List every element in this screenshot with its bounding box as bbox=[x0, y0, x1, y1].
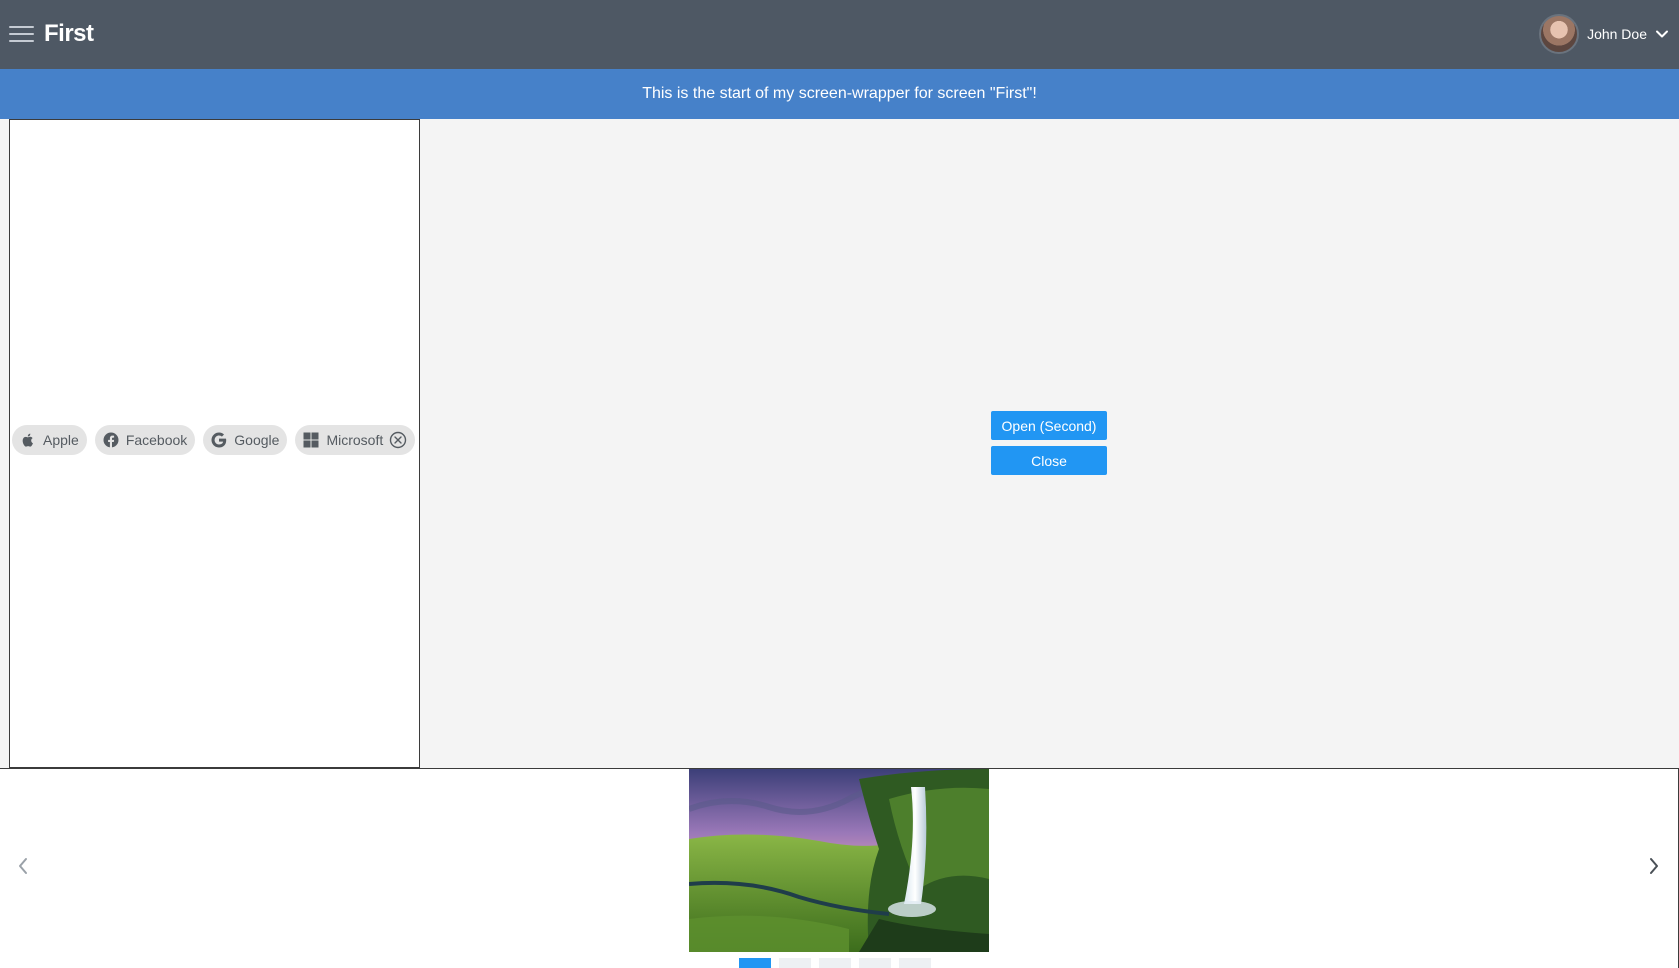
hamburger-icon[interactable] bbox=[9, 24, 34, 44]
chip-label: Microsoft bbox=[326, 432, 384, 448]
chevron-down-icon bbox=[1656, 30, 1668, 38]
carousel-dot[interactable] bbox=[899, 958, 931, 968]
chip-microsoft[interactable]: Microsoft bbox=[295, 425, 416, 455]
close-icon[interactable] bbox=[389, 431, 407, 449]
close-button[interactable]: Close bbox=[991, 446, 1107, 475]
chip-apple[interactable]: Apple bbox=[12, 425, 87, 455]
carousel-dot[interactable] bbox=[739, 958, 771, 968]
chip-label: Facebook bbox=[125, 432, 188, 448]
facebook-icon bbox=[103, 432, 119, 448]
microsoft-icon bbox=[303, 432, 319, 448]
carousel-dot[interactable] bbox=[779, 958, 811, 968]
chip-label: Apple bbox=[43, 432, 79, 448]
chevron-right-icon[interactable] bbox=[1644, 854, 1664, 878]
carousel-dot[interactable] bbox=[859, 958, 891, 968]
screen-wrapper-banner: This is the start of my screen-wrapper f… bbox=[0, 69, 1679, 119]
carousel-indicators bbox=[739, 958, 931, 968]
main-content: Apple Facebook Google Microsoft Open (Se… bbox=[0, 119, 1679, 768]
open-second-button[interactable]: Open (Second) bbox=[991, 411, 1107, 440]
top-app-bar: First John Doe bbox=[0, 0, 1679, 69]
google-icon bbox=[211, 432, 227, 448]
chevron-left-icon[interactable] bbox=[13, 854, 33, 878]
chip-facebook[interactable]: Facebook bbox=[94, 425, 196, 455]
chip-label: Google bbox=[234, 432, 280, 448]
image-carousel bbox=[0, 768, 1679, 968]
page-title: First bbox=[44, 20, 94, 47]
banner-text: This is the start of my screen-wrapper f… bbox=[642, 85, 1037, 102]
chip-group: Apple Facebook Google Microsoft bbox=[12, 425, 416, 455]
chip-google[interactable]: Google bbox=[203, 425, 288, 455]
apple-icon bbox=[22, 433, 33, 447]
carousel-dot[interactable] bbox=[819, 958, 851, 968]
avatar bbox=[1539, 14, 1580, 54]
user-name: John Doe bbox=[1587, 26, 1647, 42]
waterfall-landscape-image bbox=[689, 769, 989, 952]
user-menu[interactable]: John Doe bbox=[1539, 13, 1669, 55]
carousel-slide bbox=[689, 769, 989, 952]
left-panel: Apple Facebook Google Microsoft bbox=[9, 119, 420, 768]
